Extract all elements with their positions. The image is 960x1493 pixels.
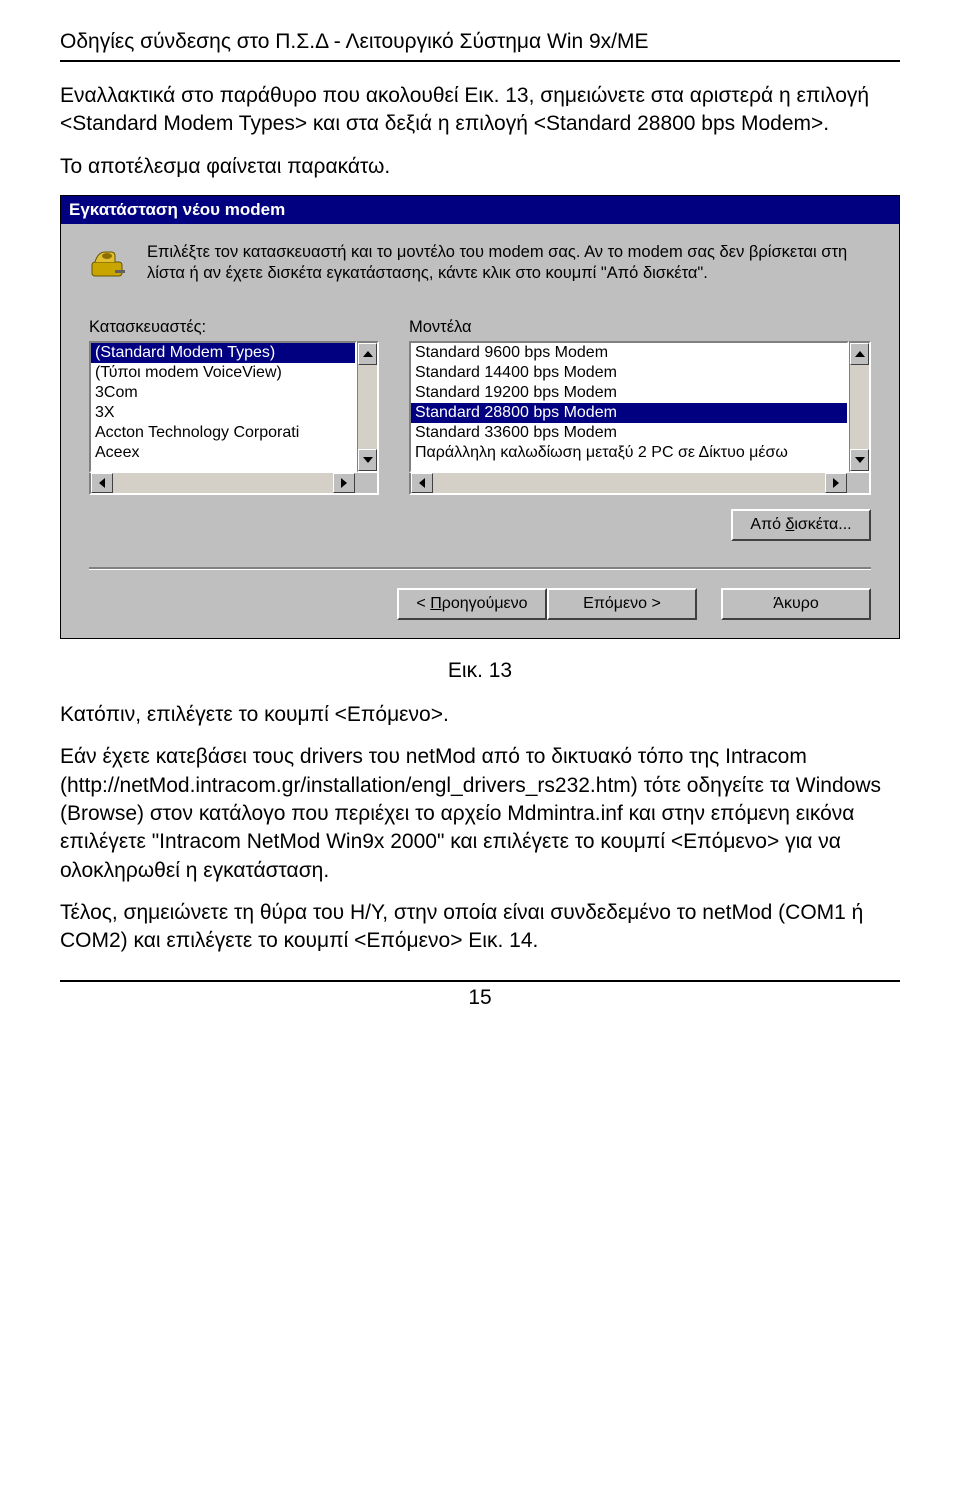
list-item[interactable]: Standard 19200 bps Modem (411, 383, 847, 403)
models-vscrollbar[interactable] (849, 341, 871, 473)
list-item[interactable]: Standard 33600 bps Modem (411, 423, 847, 443)
list-item[interactable]: Standard 9600 bps Modem (411, 343, 847, 363)
scroll-corner (355, 473, 377, 493)
dialog-instruction: Επιλέξτε τον κατασκευαστή και το μοντέλο… (147, 242, 871, 284)
scroll-right-icon[interactable] (825, 473, 847, 493)
manufacturers-vscrollbar[interactable] (357, 341, 379, 473)
scroll-right-icon[interactable] (333, 473, 355, 493)
list-item[interactable]: (Τύποι modem VoiceView) (91, 363, 355, 383)
manufacturers-label: Κατασκευαστές: (89, 318, 379, 337)
manufacturers-listbox[interactable]: (Standard Modem Types)(Τύποι modem Voice… (89, 341, 357, 473)
scroll-track[interactable] (433, 473, 825, 493)
paragraph-4: Εάν έχετε κατεβάσει τους drivers του net… (60, 743, 900, 885)
from-disk-button[interactable]: Από δισκέτα... (731, 509, 871, 541)
paragraph-3: Κατόπιν, επιλέγετε το κουμπί <Επόμενο>. (60, 701, 900, 729)
scroll-down-icon[interactable] (850, 449, 869, 471)
back-button[interactable]: < Προηγούμενο (397, 588, 547, 620)
scroll-corner (847, 473, 869, 493)
list-item[interactable]: 3Com (91, 383, 355, 403)
models-listbox[interactable]: Standard 9600 bps ModemStandard 14400 bp… (409, 341, 849, 473)
scroll-left-icon[interactable] (411, 473, 433, 493)
page-header: Οδηγίες σύνδεσης στο Π.Σ.Δ - Λειτουργικό… (60, 30, 900, 62)
install-modem-dialog: Εγκατάσταση νέου modem Επιλέξτε τον κατα… (60, 195, 900, 639)
list-item[interactable]: Accton Technology Corporati (91, 423, 355, 443)
manufacturers-hscrollbar[interactable] (89, 473, 379, 495)
scroll-up-icon[interactable] (358, 343, 377, 365)
scroll-track[interactable] (850, 365, 869, 449)
list-item[interactable]: Παράλληλη καλωδίωση μεταξύ 2 PC σε Δίκτυ… (411, 443, 847, 463)
paragraph-1: Εναλλακτικά στο παράθυρο που ακολουθεί Ε… (60, 82, 900, 139)
list-item[interactable]: Standard 28800 bps Modem (411, 403, 847, 423)
page-number: 15 (468, 986, 491, 1009)
cancel-button[interactable]: Άκυρο (721, 588, 871, 620)
scroll-track[interactable] (113, 473, 333, 493)
list-item[interactable]: 3X (91, 403, 355, 423)
scroll-track[interactable] (358, 365, 377, 449)
scroll-left-icon[interactable] (91, 473, 113, 493)
dialog-title: Εγκατάσταση νέου modem (61, 196, 899, 224)
models-hscrollbar[interactable] (409, 473, 871, 495)
modem-icon (89, 244, 129, 284)
figure-label: Εικ. 13 (60, 659, 900, 683)
models-label: Μοντέλα (409, 318, 871, 337)
list-item[interactable]: (Standard Modem Types) (91, 343, 355, 363)
dialog-separator (89, 567, 871, 570)
list-item[interactable]: Standard 14400 bps Modem (411, 363, 847, 383)
scroll-down-icon[interactable] (358, 449, 377, 471)
scroll-up-icon[interactable] (850, 343, 869, 365)
next-button[interactable]: Επόμενο > (547, 588, 697, 620)
paragraph-2: Το αποτέλεσμα φαίνεται παρακάτω. (60, 153, 900, 181)
paragraph-5: Τέλος, σημειώνετε τη θύρα του Η/Υ, στην … (60, 899, 900, 956)
list-item[interactable]: Aceex (91, 443, 355, 463)
